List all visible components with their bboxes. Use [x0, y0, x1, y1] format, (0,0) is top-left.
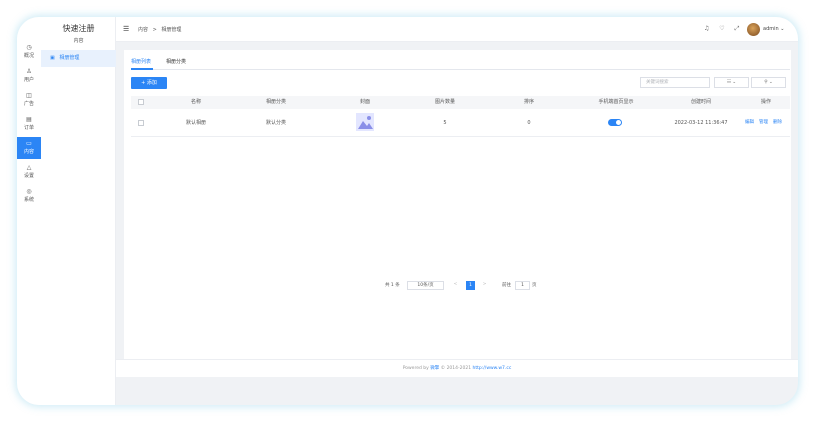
ad-icon: ◫	[26, 92, 32, 99]
brand-title: 快速注册	[62, 24, 95, 33]
nav-content[interactable]: ▭ 内容	[17, 137, 41, 159]
col-category: 相册分类	[265, 99, 286, 105]
sub-sidebar	[41, 17, 116, 405]
user-icon: ♙	[26, 68, 32, 75]
delete-button[interactable]: 删除	[773, 109, 782, 137]
export-select[interactable]: ⚲ ⌄	[751, 77, 786, 88]
section-title: 内容	[73, 38, 84, 44]
manage-button[interactable]: 管理	[759, 109, 768, 137]
user-menu[interactable]: admin ⌄	[763, 26, 784, 32]
sidebar-item-album-manage[interactable]: ▣ 相册管理	[41, 50, 116, 67]
next-page-button[interactable]: >	[480, 281, 489, 290]
main-nav-rail: ◷ 概况 ♙ 用户 ◫ 广告 ▤ 订单 ▭ 内容 △ 设置 ◎ 系统	[17, 17, 41, 405]
prev-page-button[interactable]: <	[451, 281, 460, 290]
nav-settings[interactable]: △ 设置	[17, 164, 41, 186]
footer-powered: Powered by	[402, 366, 431, 371]
footer-brand-link[interactable]: 微擎	[430, 366, 439, 371]
menu-toggle-icon[interactable]: ☰	[123, 25, 129, 33]
avatar[interactable]	[747, 23, 760, 36]
edit-button[interactable]: 编辑	[745, 109, 754, 137]
breadcrumb: 内容 > 相册管理	[138, 26, 184, 33]
tab-album-list[interactable]: 相册列表	[131, 58, 151, 65]
col-count: 图片数量	[434, 99, 455, 105]
pagination-total: 共 1 条	[385, 283, 400, 288]
table-header: 名称 相册分类 封面 图片数量 排序 手机端首页显示 创建时间 操作	[131, 96, 790, 109]
col-name: 名称	[190, 99, 201, 105]
tab-active-indicator	[131, 68, 153, 70]
tab-divider	[131, 69, 790, 70]
order-icon: ▤	[26, 116, 32, 123]
col-actions: 操作	[760, 99, 771, 105]
clock-icon: ◷	[26, 44, 32, 51]
mobile-home-toggle[interactable]	[608, 119, 622, 126]
select-all-checkbox[interactable]	[138, 99, 144, 105]
content-card: 相册列表 相册分类 + 添加 关键词搜索 ☷ ⌄ ⚲ ⌄ 名称 相册分类 封面 …	[124, 50, 791, 376]
goto-label: 前往	[502, 283, 511, 288]
page-unit-label: 页	[532, 283, 537, 288]
cover-image-icon[interactable]	[356, 113, 374, 131]
column-filter-select[interactable]: ☷ ⌄	[714, 77, 749, 88]
sidebar-item-label: 相册管理	[59, 55, 80, 61]
tab-album-category[interactable]: 相册分类	[166, 58, 186, 65]
footer-site-link[interactable]: http://www.w7.cc	[473, 366, 512, 371]
nav-users[interactable]: ♙ 用户	[17, 68, 41, 90]
cell-count: 5	[443, 120, 447, 126]
nav-orders[interactable]: ▤ 订单	[17, 116, 41, 138]
col-sort: 排序	[523, 99, 534, 105]
top-header: ☰ 内容 > 相册管理 ♫ ♡ ⤢ ⟳ admin ⌄	[116, 17, 798, 42]
col-cover: 封面	[359, 99, 370, 105]
folder-icon: ▭	[26, 140, 32, 147]
footer-copyright: © 2014-2021	[439, 366, 473, 371]
search-input[interactable]: 关键词搜索	[640, 77, 710, 88]
cell-category: 默认分类	[265, 120, 286, 126]
goto-page-input[interactable]: 1	[515, 281, 530, 290]
cell-name: 默认相册	[185, 120, 206, 126]
col-mobile-home: 手机端首页显示	[598, 99, 634, 105]
breadcrumb-content[interactable]: 内容	[138, 27, 148, 33]
add-button[interactable]: + 添加	[131, 77, 167, 89]
nav-overview[interactable]: ◷ 概况	[17, 44, 41, 66]
cell-created: 2022-03-12 11:36:47	[674, 120, 728, 126]
table-row: 默认相册 默认分类 5 0 2022-03-12 11:36:47 编辑 管理 …	[131, 109, 790, 137]
page-1-button[interactable]: 1	[466, 281, 475, 290]
row-checkbox[interactable]	[138, 120, 144, 126]
nav-system[interactable]: ◎ 系统	[17, 188, 41, 210]
breadcrumb-separator: >	[152, 27, 157, 33]
settings-icon: △	[26, 164, 32, 171]
page-size-select[interactable]: 10条/页	[407, 281, 444, 290]
col-created: 创建时间	[690, 99, 711, 105]
cell-sort: 0	[527, 120, 531, 126]
album-icon: ▣	[50, 55, 55, 61]
app-frame: ◷ 概况 ♙ 用户 ◫ 广告 ▤ 订单 ▭ 内容 △ 设置 ◎ 系统 快速注册 …	[17, 17, 798, 405]
nav-ads[interactable]: ◫ 广告	[17, 92, 41, 114]
breadcrumb-current: 相册管理	[161, 27, 182, 33]
footer: Powered by 微擎 © 2014-2021 http://www.w7.…	[116, 359, 798, 377]
system-icon: ◎	[26, 188, 32, 195]
